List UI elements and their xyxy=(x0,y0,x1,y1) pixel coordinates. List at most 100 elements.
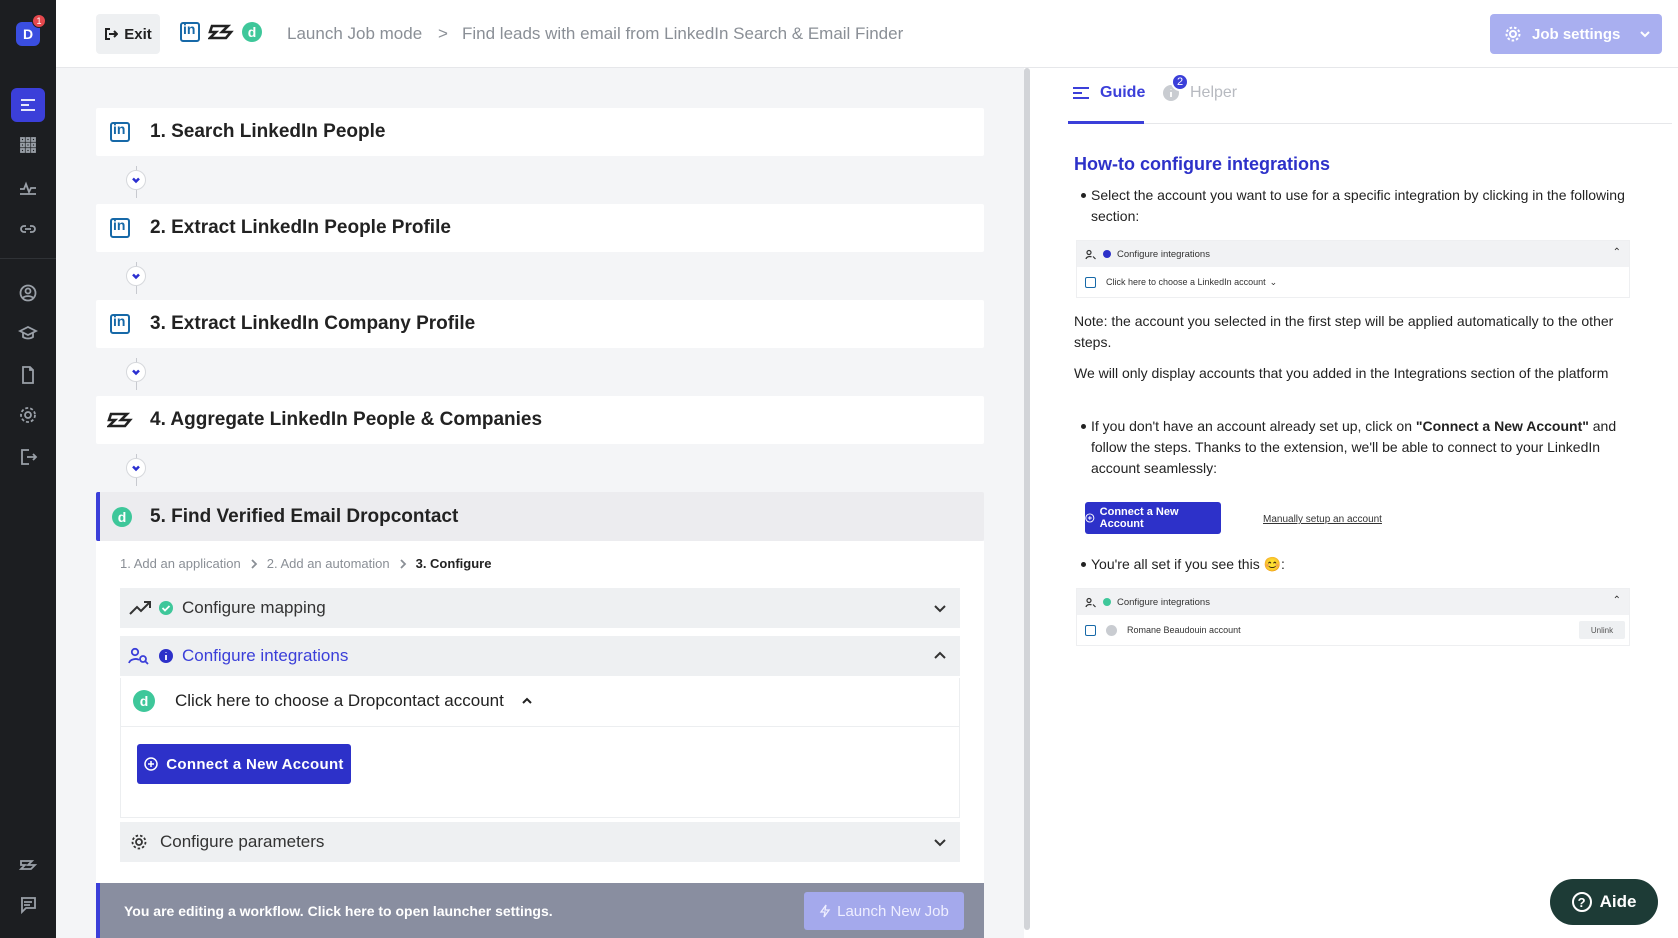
chevron-right-icon xyxy=(399,558,406,569)
workflow-step-3[interactable]: 3. Extract LinkedIn Company Profile xyxy=(96,300,984,348)
job-settings-button[interactable]: Job settings xyxy=(1490,14,1662,54)
example-connected-account-image: Configure integrations ⌃ Romane Beaudoui… xyxy=(1076,588,1630,646)
p3-b: "Connect a New Account" xyxy=(1415,418,1589,434)
configure-mapping-row[interactable]: Configure mapping xyxy=(120,588,960,628)
unlink-button-image: Unlink xyxy=(1579,621,1625,639)
active-tab-indicator xyxy=(1068,121,1144,124)
user-search-icon xyxy=(128,647,149,665)
gear-icon[interactable] xyxy=(11,398,45,432)
exit-label: Exit xyxy=(124,25,152,43)
expand-step-button[interactable] xyxy=(126,458,146,478)
chevron-up-icon: ⌃ xyxy=(1612,247,1621,258)
workflow-step-4[interactable]: 4. Aggregate LinkedIn People & Companies xyxy=(96,396,984,444)
step-title: 1. Search LinkedIn People xyxy=(150,121,386,142)
substep-configure[interactable]: 3. Configure xyxy=(416,556,492,571)
job-settings-label: Job settings xyxy=(1532,25,1621,43)
configure-parameters-row[interactable]: Configure parameters xyxy=(120,822,960,862)
help-button[interactable]: ? Aide xyxy=(1550,879,1658,925)
dropcontact-logo-icon: d xyxy=(133,690,155,712)
gear-icon xyxy=(131,834,147,850)
workflow-step-1[interactable]: 1. Search LinkedIn People xyxy=(96,108,984,156)
unlink-label: Unlink xyxy=(1590,625,1614,635)
mini2-head-label: Configure integrations xyxy=(1117,596,1210,608)
user-search-icon xyxy=(1085,597,1096,607)
choose-account-dropdown[interactable]: d Click here to choose a Dropcontact acc… xyxy=(133,690,534,712)
linkedin-logo-icon xyxy=(110,217,130,238)
help-label: Aide xyxy=(1599,892,1637,911)
expand-step-button[interactable] xyxy=(126,362,146,382)
launch-new-job-button[interactable]: Launch New Job xyxy=(804,892,964,930)
dropcontact-logo-icon: d xyxy=(242,22,262,42)
guide-paragraph-select-account: Select the account you want to use for a… xyxy=(1091,187,1625,224)
substep-add-application[interactable]: 1. Add an application xyxy=(120,556,241,571)
sidebar: D 1 xyxy=(0,0,56,938)
breadcrumb-separator: > xyxy=(438,24,448,43)
avatar xyxy=(1106,624,1117,636)
top-bar: Exit d Launch Job mode > Find leads with… xyxy=(56,0,1678,68)
step-title: 4. Aggregate LinkedIn People & Companies xyxy=(150,409,543,430)
mini2-row-label: Romane Beaudouin account xyxy=(1127,625,1241,635)
guide-paragraph-all-set: You're all set if you see this 😊: xyxy=(1091,556,1285,572)
document-icon[interactable] xyxy=(11,358,45,392)
brand-logo-icon[interactable] xyxy=(11,848,45,882)
step-title: 5. Find Verified Email Dropcontact xyxy=(150,505,459,527)
linkedin-logo-icon xyxy=(1085,624,1096,636)
tab-guide-label: Guide xyxy=(1100,84,1146,101)
guide-paragraph-connect: If you don't have an account already set… xyxy=(1091,416,1631,479)
notification-badge: 1 xyxy=(32,14,46,28)
tab-guide[interactable]: Guide xyxy=(1072,84,1145,102)
mini-connect-label: Connect a New Account xyxy=(1099,506,1179,530)
plus-circle-icon xyxy=(1085,513,1095,523)
workflow-step-2[interactable]: 2. Extract LinkedIn People Profile xyxy=(96,204,984,252)
substep-add-automation[interactable]: 2. Add an automation xyxy=(267,556,390,571)
step-title: 3. Extract LinkedIn Company Profile xyxy=(150,313,476,334)
guide-paragraph-integrations: We will only display accounts that you a… xyxy=(1074,365,1609,381)
link-icon[interactable] xyxy=(11,212,45,246)
launcher-settings-bar[interactable]: You are editing a workflow. Click here t… xyxy=(96,883,984,938)
example-connect-button-image: Connect a New Account xyxy=(1085,502,1221,534)
linkedin-logo-icon xyxy=(110,313,130,334)
tab-helper-label: Helper xyxy=(1190,84,1238,101)
choose-account-label: Click here to choose a Dropcontact accou… xyxy=(175,691,504,710)
p3-a: If you don't have an account already set… xyxy=(1091,418,1416,434)
chevron-down-icon xyxy=(132,465,140,472)
workflows-icon[interactable] xyxy=(11,88,45,122)
chevron-down-icon xyxy=(132,177,140,184)
chevron-down-icon xyxy=(934,839,946,847)
expand-step-button[interactable] xyxy=(126,266,146,286)
expand-step-button[interactable] xyxy=(126,170,146,190)
step-title: 2. Extract LinkedIn People Profile xyxy=(150,217,451,238)
logout-icon[interactable] xyxy=(11,440,45,474)
workflow-step-5[interactable]: d 5. Find Verified Email Dropcontact xyxy=(96,492,984,541)
connect-new-account-label: Connect a New Account xyxy=(166,755,344,773)
user-search-icon xyxy=(1085,249,1096,259)
chevron-up-icon xyxy=(522,697,532,704)
chat-icon[interactable] xyxy=(11,888,45,922)
check-circle-icon xyxy=(159,601,173,615)
chevron-up-icon: ⌃ xyxy=(1612,595,1621,606)
bullet xyxy=(1081,193,1086,198)
apps-grid-icon[interactable] xyxy=(11,128,45,162)
config-substeps: 1. Add an application 2. Add an automati… xyxy=(120,556,491,571)
info-icon xyxy=(159,649,173,663)
mini-row-label: Click here to choose a LinkedIn account xyxy=(1106,277,1266,287)
graduation-cap-icon[interactable] xyxy=(11,316,45,350)
trend-icon xyxy=(129,601,151,615)
exit-button[interactable]: Exit xyxy=(96,14,160,54)
activity-icon[interactable] xyxy=(11,170,45,204)
plus-circle-icon xyxy=(144,757,159,771)
user-circle-icon[interactable] xyxy=(11,276,45,310)
guide-note: Note: the account you selected in the fi… xyxy=(1074,313,1614,350)
chevron-down-icon xyxy=(132,273,140,280)
lightning-icon xyxy=(819,904,831,918)
configure-mapping-label: Configure mapping xyxy=(182,598,326,617)
configure-integrations-row[interactable]: Configure integrations xyxy=(120,636,960,676)
aggregate-logo-icon xyxy=(208,24,234,40)
connect-new-account-button[interactable]: Connect a New Account xyxy=(137,744,351,784)
guide-tabs: Guide Helper 2 xyxy=(1068,68,1672,124)
linkedin-logo-icon xyxy=(1085,276,1096,288)
configure-integrations-label: Configure integrations xyxy=(182,646,349,665)
editing-workflow-message[interactable]: You are editing a workflow. Click here t… xyxy=(124,903,553,919)
breadcrumb-mode[interactable]: Launch Job mode xyxy=(287,24,422,44)
example-integrations-image: Configure integrations ⌃ Click here to c… xyxy=(1076,240,1630,298)
